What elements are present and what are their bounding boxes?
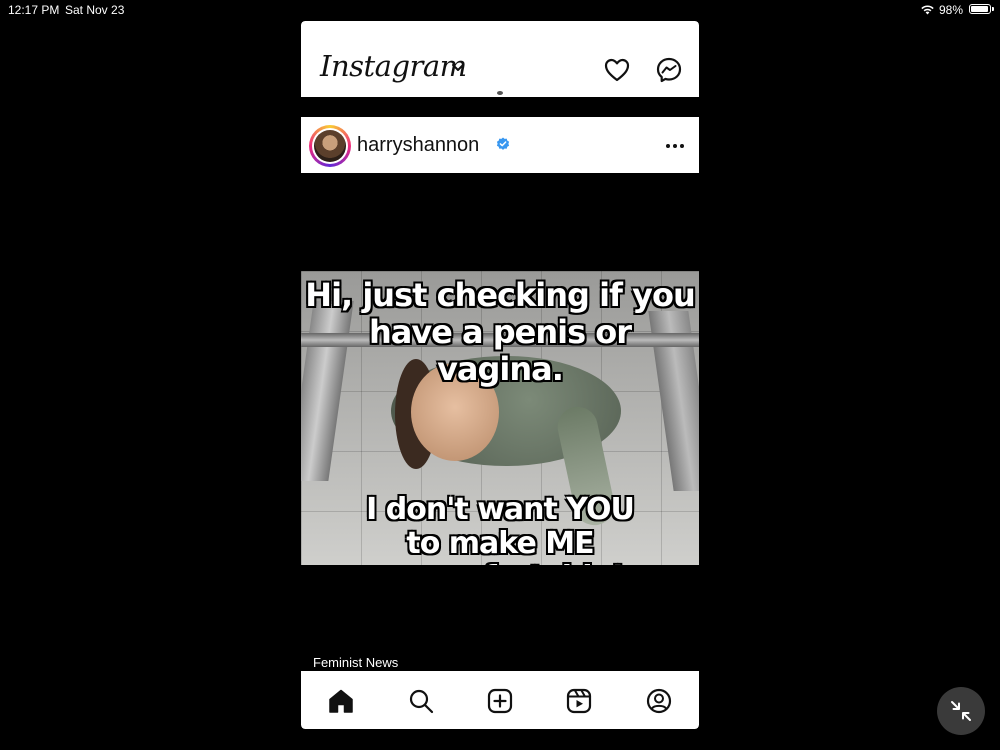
meme-bottom-line-1: I don't want YOU	[366, 492, 635, 527]
chevron-down-icon[interactable]	[451, 63, 465, 73]
avatar[interactable]	[309, 125, 351, 167]
story-strip-edge	[301, 91, 699, 97]
status-date: Sat Nov 23	[65, 3, 125, 17]
next-post-label[interactable]: Feminist News	[313, 655, 398, 670]
more-options-icon[interactable]	[665, 143, 685, 149]
instagram-logo[interactable]: Instagram	[320, 49, 467, 83]
messenger-icon[interactable]	[655, 56, 683, 84]
instagram-app: Instagram harryshannon Hi, just checking…	[301, 21, 699, 729]
minimize-button[interactable]	[937, 687, 985, 735]
home-icon[interactable]	[328, 688, 354, 714]
tab-bar	[301, 671, 699, 729]
post-image[interactable]: Hi, just checking if you have a penis or…	[301, 271, 699, 565]
wifi-icon	[921, 5, 934, 15]
collapse-arrows-icon	[951, 701, 971, 721]
meme-top-caption: Hi, just checking if you have a penis or…	[301, 277, 699, 388]
app-header: Instagram	[301, 21, 699, 95]
meme-top-line-2: have a penis or vagina.	[368, 313, 632, 388]
profile-icon[interactable]	[646, 688, 672, 714]
add-icon[interactable]	[487, 688, 513, 714]
battery-icon	[969, 4, 991, 14]
battery-percent: 98%	[939, 3, 964, 17]
battery-tip	[992, 7, 994, 11]
reels-icon[interactable]	[566, 688, 592, 714]
post-username[interactable]: harryshannon	[357, 134, 479, 157]
post-header: harryshannon	[301, 117, 699, 173]
meme-bottom-caption: I don't want YOU to make ME uncomfortabl…	[301, 492, 699, 566]
meme-top-line-1: Hi, just checking if you	[305, 276, 695, 314]
verified-badge-icon	[496, 137, 510, 150]
status-bar: 12:17 PM Sat Nov 23 98%	[0, 0, 1000, 20]
heart-icon[interactable]	[603, 56, 631, 84]
meme-bottom-line-2: to make ME uncomfortable!	[376, 526, 624, 566]
status-time: 12:17 PM	[8, 3, 60, 17]
search-icon[interactable]	[408, 688, 434, 714]
